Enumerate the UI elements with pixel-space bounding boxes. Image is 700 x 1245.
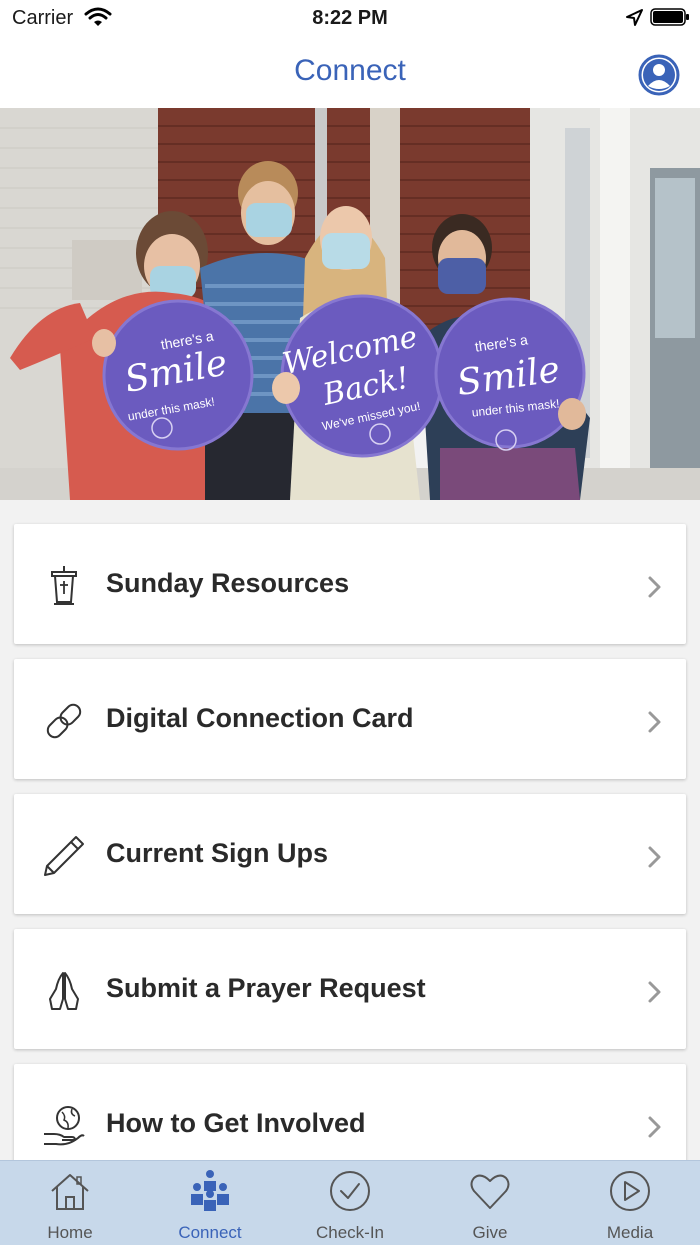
menu-list: Sunday Resources Digital Connection Card… xyxy=(0,500,700,1160)
menu-item-label: How to Get Involved xyxy=(106,1108,366,1138)
tab-give[interactable]: Give xyxy=(420,1161,560,1245)
tab-check-in[interactable]: Check-In xyxy=(280,1161,420,1245)
menu-item-current-sign-ups[interactable]: Current Sign Ups xyxy=(14,794,686,914)
menu-item-label: Sunday Resources xyxy=(106,568,350,598)
pencil-icon xyxy=(44,836,84,876)
sign-smile-left: there's a Smile under this mask! xyxy=(102,299,254,451)
praying-hands-icon xyxy=(49,972,79,1010)
tab-home[interactable]: Home xyxy=(0,1161,140,1245)
tab-label: Home xyxy=(47,1223,93,1242)
tab-media[interactable]: Media xyxy=(560,1161,700,1245)
chevron-right-icon xyxy=(648,1116,661,1138)
chevron-right-icon xyxy=(648,981,661,1003)
tab-label: Check-In xyxy=(315,1223,385,1242)
globe-hand-icon xyxy=(44,1106,85,1146)
tab-label: Media xyxy=(606,1223,654,1242)
clock: 8:22 PM xyxy=(312,7,388,29)
navigation-bar: Connect xyxy=(0,36,700,108)
status-bar: Carrier 8:22 PM xyxy=(0,0,700,36)
check-circle-icon xyxy=(330,1171,370,1211)
chevron-right-icon xyxy=(648,711,661,733)
menu-item-how-to-get-involved[interactable]: How to Get Involved xyxy=(14,1064,686,1160)
tab-label: Give xyxy=(472,1223,508,1242)
people-icon xyxy=(191,1170,229,1211)
menu-item-label: Current Sign Ups xyxy=(106,838,329,868)
profile-icon[interactable] xyxy=(638,54,680,96)
menu-item-label: Submit a Prayer Request xyxy=(106,973,426,1003)
menu-item-submit-prayer-request[interactable]: Submit a Prayer Request xyxy=(14,929,686,1049)
menu-item-sunday-resources[interactable]: Sunday Resources xyxy=(14,524,686,644)
play-circle-icon xyxy=(610,1171,650,1211)
chevron-right-icon xyxy=(648,576,661,598)
heart-icon xyxy=(470,1174,510,1209)
tab-bar: Home Connect Check-In Give Media xyxy=(0,1160,700,1245)
sign-welcome-back: Welcome Back! We've missed you! xyxy=(279,294,444,458)
sign-smile-right: there's a Smile under this mask! xyxy=(434,297,586,451)
hero-image: there's a Smile under this mask! Welcome… xyxy=(0,108,700,500)
tab-label: Connect xyxy=(178,1223,242,1242)
tab-connect[interactable]: Connect xyxy=(140,1161,280,1245)
menu-item-label: Digital Connection Card xyxy=(106,703,414,733)
location-arrow-icon xyxy=(626,9,643,26)
hero-photo: there's a Smile under this mask! Welcome… xyxy=(0,108,700,500)
home-icon xyxy=(51,1174,89,1210)
battery-icon xyxy=(650,8,689,26)
chevron-right-icon xyxy=(648,846,661,868)
link-icon xyxy=(46,703,82,739)
podium-icon xyxy=(51,566,77,605)
page-title: Connect xyxy=(294,54,406,87)
menu-item-digital-connection-card[interactable]: Digital Connection Card xyxy=(14,659,686,779)
